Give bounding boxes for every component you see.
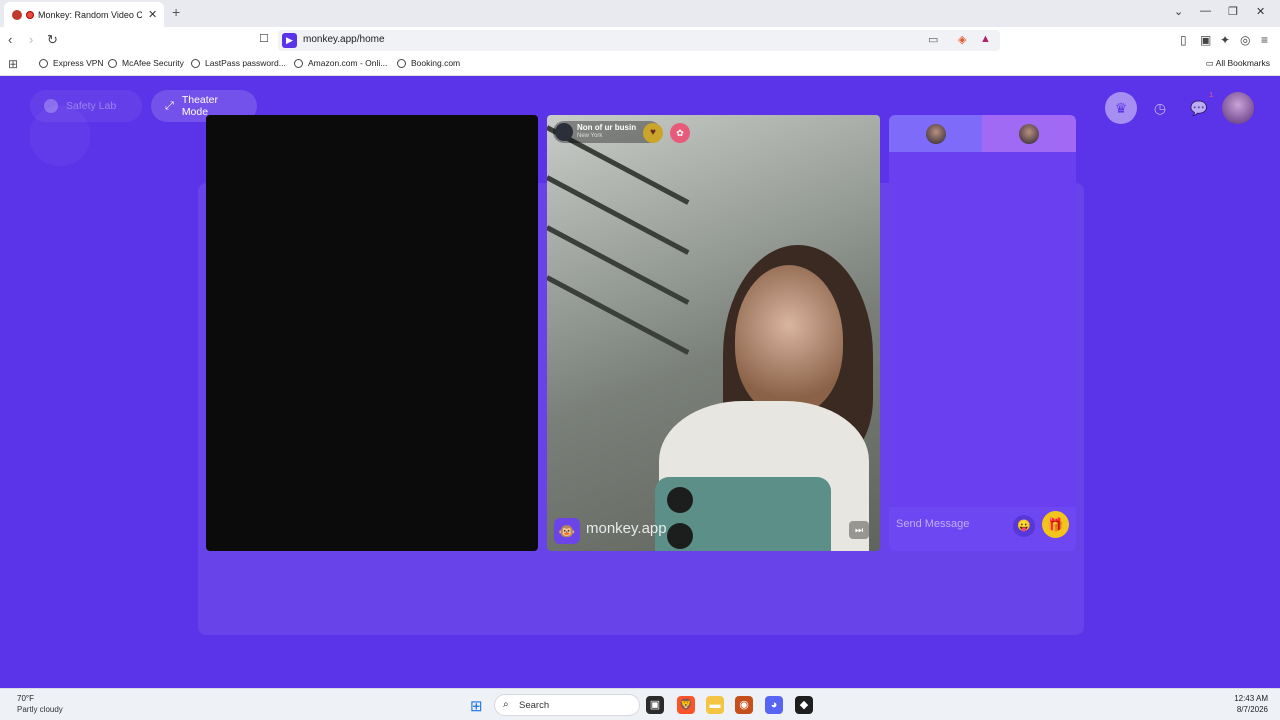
globe-icon — [191, 58, 200, 68]
close-window-button[interactable]: ✕ — [1256, 5, 1265, 18]
sidebar-icon[interactable]: ▯ — [1180, 33, 1187, 47]
peer-video: Non of ur busin New York ♥ ✿ 🐵 monkey.ap… — [547, 115, 880, 551]
taskbar-search[interactable]: ⌕ Search — [494, 694, 640, 716]
bookmarks-bar: ⊞ Express VPN McAfee Security LastPass p… — [0, 53, 1280, 76]
bookmark-mcafee[interactable]: McAfee Security — [108, 58, 184, 68]
tab-search-icon[interactable]: ⌄ — [1174, 5, 1183, 18]
clock-date[interactable]: 8/7/2026 — [1237, 705, 1268, 714]
emoji-icon[interactable]: 😛 — [1013, 515, 1035, 537]
profile-avatar[interactable] — [1222, 92, 1254, 124]
peer-avatar — [555, 123, 573, 141]
url-text[interactable]: monkey.app/home — [303, 34, 385, 45]
globe-icon — [397, 58, 406, 68]
minimize-button[interactable]: — — [1200, 5, 1211, 17]
globe-icon — [108, 58, 117, 68]
crown-icon[interactable]: ♛ — [1105, 92, 1137, 124]
camera-lens — [667, 487, 693, 513]
message-input[interactable]: Send Message — [896, 518, 969, 530]
chat-badge: 1 — [1209, 92, 1213, 99]
maximize-button[interactable]: ❐ — [1228, 5, 1238, 18]
bookmark-booking[interactable]: Booking.com — [397, 58, 460, 68]
forward-icon[interactable]: › — [29, 32, 33, 47]
bookmark-lastpass[interactable]: LastPass password... — [191, 58, 286, 68]
self-video — [206, 115, 538, 551]
cast-icon[interactable]: ▭ — [928, 33, 938, 46]
peer-phone — [655, 477, 831, 551]
peer-avatar — [926, 123, 946, 144]
skip-icon[interactable]: ⏭ — [849, 521, 869, 539]
navigation-bar: ‹ › ↻ ☐ ▶ monkey.app/home ▭ ◈ ▲ ▯ ▣ ✦ ◎ … — [0, 27, 1280, 53]
bookmark-label: Express VPN — [53, 58, 104, 68]
close-tab-icon[interactable]: ✕ — [148, 8, 157, 21]
weather-temperature[interactable]: 70°F — [17, 694, 34, 703]
weather-description[interactable]: Partly cloudy — [17, 705, 63, 714]
wallet-icon[interactable]: ▣ — [1200, 33, 1211, 47]
address-bar[interactable]: ▶ monkey.app/home ▭ ◈ ▲ — [278, 30, 1000, 51]
camera-lens — [667, 523, 693, 549]
chat-panel: Send Message 😛 🎁 — [889, 115, 1076, 551]
bookmark-label: LastPass password... — [205, 58, 286, 68]
bookmark-label: Booking.com — [411, 58, 461, 68]
brave-rewards-icon[interactable]: ▲ — [980, 33, 991, 45]
reload-icon[interactable]: ↻ — [47, 32, 58, 48]
watermark-text: monkey.app — [586, 520, 667, 537]
site-camera-icon: ▶ — [282, 33, 297, 48]
search-label: Search — [519, 700, 550, 711]
apps-grid-icon[interactable]: ⊞ — [8, 57, 18, 71]
app-icon[interactable]: ◆ — [795, 696, 813, 714]
menu-icon[interactable]: ≡ — [1261, 33, 1268, 47]
history-icon[interactable]: ◷ — [1144, 92, 1176, 124]
new-tab-button[interactable]: + — [172, 4, 180, 20]
clock-time[interactable]: 12:43 AM — [1234, 694, 1268, 703]
peer-face — [735, 265, 843, 415]
discord-icon[interactable]: ◕ — [765, 696, 783, 714]
folder-icon: ▭ — [1205, 58, 1216, 68]
chat-tab-self[interactable] — [982, 115, 1076, 152]
bookmark-amazon[interactable]: Amazon.com - Onli... — [294, 58, 387, 68]
all-bookmarks-label: All Bookmarks — [1215, 58, 1270, 68]
message-box: Send Message 😛 🎁 — [889, 507, 1076, 551]
file-explorer-icon[interactable]: ▬ — [706, 696, 724, 714]
monkey-favicon-icon — [12, 9, 22, 20]
task-view-icon[interactable]: ▣ — [646, 696, 664, 714]
windows-start-icon[interactable]: ⊞ — [470, 697, 483, 715]
recording-icon — [26, 10, 34, 19]
tab-monkey[interactable]: Monkey: Random Video Chat ✕ — [4, 2, 164, 27]
chat-icon[interactable]: 💬 1 — [1183, 92, 1215, 124]
chat-tab-peer[interactable] — [889, 115, 983, 152]
expand-icon: ⤢ — [165, 99, 174, 112]
brave-browser-icon[interactable]: 🦁 — [677, 696, 695, 714]
bed-rail — [547, 225, 690, 305]
peer-name: Non of ur busin — [577, 123, 637, 132]
search-icon: ⌕ — [503, 699, 509, 710]
brave-shield-icon[interactable]: ◈ — [958, 33, 966, 46]
bookmark-express-vpn[interactable]: Express VPN — [39, 58, 104, 68]
bookmark-label: McAfee Security — [122, 58, 184, 68]
firefox-icon[interactable]: ◉ — [735, 696, 753, 714]
bed-rail — [547, 275, 690, 355]
taskbar: 70°F Partly cloudy ⊞ ⌕ Search ▣ 🦁 ▬ ◉ ◕ … — [0, 688, 1280, 720]
tab-title: Monkey: Random Video Chat — [38, 9, 142, 20]
gift-icon[interactable]: ✿ — [670, 123, 690, 143]
globe-icon — [39, 58, 48, 68]
heart-icon[interactable]: ♥ — [643, 123, 663, 143]
gift-button-icon[interactable]: 🎁 — [1042, 511, 1069, 538]
leo-ai-icon[interactable]: ✦ — [1220, 33, 1230, 47]
safety-lab-button[interactable]: Safety Lab — [30, 90, 142, 122]
all-bookmarks[interactable]: ▭ All Bookmarks — [1206, 58, 1270, 69]
safety-lab-label: Safety Lab — [66, 100, 117, 112]
globe-icon — [294, 58, 303, 68]
bookmark-icon[interactable]: ☐ — [259, 32, 269, 45]
peer-location: New York — [577, 133, 603, 139]
monkey-logo-icon: 🐵 — [554, 518, 580, 544]
back-icon[interactable]: ‹ — [8, 32, 12, 47]
vpn-icon[interactable]: ◎ — [1240, 33, 1250, 47]
bookmark-label: Amazon.com - Onli... — [308, 58, 388, 68]
bed-rail — [547, 175, 690, 255]
tab-bar: Monkey: Random Video Chat ✕ + ⌄ — ❐ ✕ — [0, 0, 1280, 27]
self-avatar — [1019, 123, 1039, 144]
shield-icon — [44, 99, 58, 113]
